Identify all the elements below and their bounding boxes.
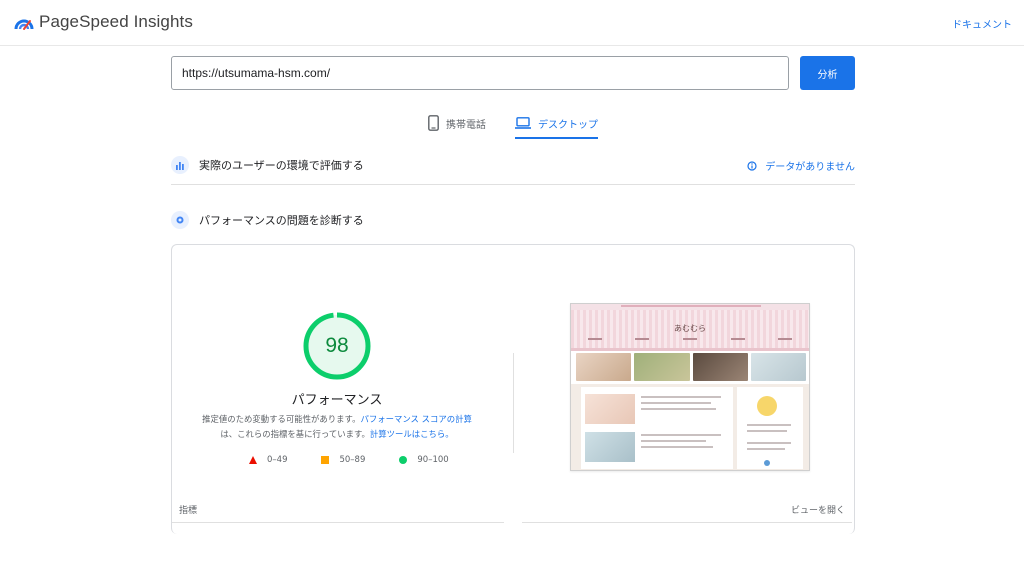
thumb-text-line	[641, 402, 711, 404]
lab-data-title: パフォーマンスの問題を診断する	[199, 214, 364, 227]
performance-label: パフォーマンス	[291, 393, 383, 408]
thumb-nav-bar	[571, 348, 809, 351]
smartphone-icon	[428, 115, 439, 131]
info-icon	[747, 160, 757, 171]
expand-view-toggle[interactable]: ビューを開く	[791, 503, 845, 516]
thumb-image	[634, 353, 690, 381]
field-data-title: 実際のユーザーの環境で評価する	[199, 158, 364, 172]
pagespeed-logo-icon	[14, 19, 34, 30]
docs-link[interactable]: ドキュメント	[952, 16, 1012, 31]
tab-mobile[interactable]: 携帯電話	[428, 108, 486, 138]
thumb-top-text	[621, 305, 761, 307]
performance-card: 98 パフォーマンス 推定値のため変動する可能性があります。パフォーマンス スコ…	[171, 244, 855, 534]
users-chart-icon	[171, 155, 189, 174]
thumb-text-line	[747, 430, 787, 432]
lab-data-section: パフォーマンスの問題を診断する	[171, 200, 855, 240]
app-title: PageSpeed Insights	[39, 12, 193, 31]
tab-mobile-label: 携帯電話	[446, 119, 486, 131]
logo[interactable]: PageSpeed Insights	[14, 12, 193, 32]
score-legend: 0–49 50–89 90–100	[249, 455, 449, 465]
thumb-post-image	[585, 432, 635, 462]
circle-icon	[399, 456, 408, 464]
performance-score: 98	[325, 334, 349, 357]
tab-desktop-label: デスクトップ	[538, 119, 598, 131]
analyze-button[interactable]: 分析	[800, 56, 855, 90]
thumb-feature-images	[576, 353, 806, 381]
legend-range-pass: 90–100	[417, 455, 449, 465]
thumb-image	[576, 353, 632, 381]
calculator-link[interactable]: 計算ツールはこちら。	[370, 429, 454, 439]
no-data-label: データがありません	[765, 162, 855, 173]
thumb-site-title: あむむら	[674, 324, 706, 333]
metrics-divider	[522, 522, 852, 523]
legend-item-average: 50–89	[321, 455, 365, 465]
thumb-text-line	[747, 448, 785, 450]
top-header: PageSpeed Insights ドキュメント	[0, 0, 1024, 46]
thumb-text-line	[747, 442, 791, 444]
diagnose-icon	[171, 211, 189, 229]
square-icon	[321, 456, 330, 464]
metrics-divider	[172, 522, 504, 523]
thumb-image	[750, 353, 806, 381]
triangle-icon	[249, 456, 257, 464]
thumb-text-line	[747, 424, 791, 426]
legend-item-fail: 0–49	[249, 455, 287, 465]
card-divider	[513, 353, 514, 453]
page-screenshot-thumbnail: あむむら	[570, 303, 810, 471]
thumb-text-line	[641, 446, 713, 448]
desc-text-1: 推定値のため変動する可能性があります。	[202, 414, 361, 424]
desc-text-2: は、これらの指標を基に行っています。	[220, 429, 370, 439]
legend-item-pass: 90–100	[399, 455, 449, 465]
field-data-section: 実際のユーザーの環境で評価する データがありません	[171, 145, 855, 185]
thumb-text-line	[641, 434, 721, 436]
thumb-avatar	[757, 396, 777, 416]
metrics-label: 指標	[179, 506, 198, 516]
thumb-image	[692, 353, 748, 381]
thumb-text-line	[641, 440, 706, 442]
tab-desktop[interactable]: デスクトップ	[515, 108, 598, 139]
thumb-dot	[764, 460, 770, 466]
no-data-notice[interactable]: データがありません	[747, 158, 855, 173]
legend-range-average: 50–89	[339, 455, 366, 465]
laptop-icon	[515, 117, 531, 129]
thumb-nav-items	[571, 338, 809, 340]
thumb-text-line	[641, 408, 716, 410]
legend-range-fail: 0–49	[267, 455, 288, 465]
thumb-text-line	[641, 396, 721, 398]
score-calc-link[interactable]: パフォーマンス スコアの計算	[360, 414, 471, 424]
url-input[interactable]	[171, 56, 789, 90]
score-description: 推定値のため変動する可能性があります。パフォーマンス スコアの計算 は、これらの…	[172, 412, 502, 442]
thumb-post-image	[585, 394, 635, 424]
